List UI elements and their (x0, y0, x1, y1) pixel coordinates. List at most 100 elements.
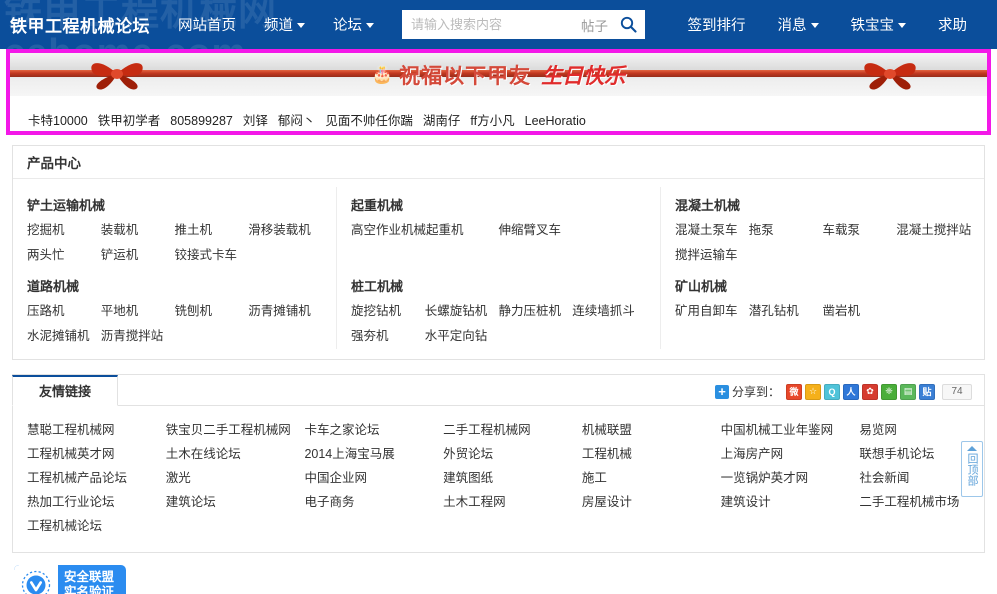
product-link[interactable]: 沥青摊铺机 (248, 299, 322, 324)
product-link[interactable]: 压路机 (27, 299, 101, 324)
top-navigation-bar: 铁甲工程机械网 cehome.com 铁甲工程机械论坛 网站首页 频道 论坛 帖… (0, 0, 997, 49)
friendly-link[interactable]: 工程机械产品论坛 (27, 466, 152, 490)
friendly-link[interactable]: 施工 (582, 466, 707, 490)
friendly-link[interactable]: 建筑设计 (721, 490, 846, 514)
qzone-icon[interactable]: ☆ (805, 383, 821, 400)
search-icon[interactable] (617, 14, 639, 36)
birthday-user-link[interactable]: 见面不帅任你踹 (325, 114, 413, 128)
nav-item-messages[interactable]: 消息 (762, 14, 835, 35)
product-link[interactable]: 水平定向钻 (425, 324, 499, 349)
product-link[interactable]: 连续墙抓斗 (572, 299, 646, 324)
product-link[interactable]: 铲运机 (101, 243, 175, 268)
badge-line1: 安全联盟 (64, 570, 115, 584)
product-link[interactable]: 强夯机 (351, 324, 425, 349)
birthday-user-link[interactable]: ff方小凡 (470, 114, 514, 128)
product-link[interactable]: 水泥摊铺机 (27, 324, 101, 349)
friendly-link[interactable]: 中国企业网 (304, 466, 429, 490)
friendly-link[interactable]: 卡车之家论坛 (304, 418, 429, 442)
friendly-link[interactable]: 易览网 (859, 418, 984, 442)
product-link[interactable]: 伸缩臂叉车 (499, 218, 647, 243)
product-link[interactable]: 铣刨机 (175, 299, 249, 324)
birthday-user-link[interactable]: 郁闷丶 (278, 114, 316, 128)
friendly-link[interactable]: 中国机械工业年鉴网 (721, 418, 846, 442)
sina-weibo-icon[interactable]: 微 (786, 383, 802, 400)
site-brand-title[interactable]: 铁甲工程机械论坛 (10, 12, 150, 37)
product-link[interactable]: 挖掘机 (27, 218, 101, 243)
product-link[interactable]: 车载泵 (823, 218, 897, 243)
friendly-link[interactable]: 房屋设计 (582, 490, 707, 514)
friendly-link[interactable]: 电子商务 (304, 490, 429, 514)
baidu-tieba-icon[interactable]: ▤ (900, 383, 916, 400)
product-link[interactable]: 搅拌运输车 (675, 243, 749, 268)
product-link[interactable]: 两头忙 (27, 243, 101, 268)
qq-icon[interactable]: Q (824, 383, 840, 400)
friendly-link[interactable]: 土木工程网 (443, 490, 568, 514)
nav-item-home[interactable]: 网站首页 (164, 14, 250, 35)
product-link[interactable]: 平地机 (101, 299, 175, 324)
friendly-link[interactable]: 工程机械 (582, 442, 707, 466)
friendly-link[interactable]: 二手工程机械网 (443, 418, 568, 442)
product-link[interactable]: 装载机 (101, 218, 175, 243)
birthday-user-link[interactable]: 卡特10000 (28, 114, 88, 128)
friendly-link[interactable]: 建筑图纸 (443, 466, 568, 490)
product-link[interactable]: 拖泵 (749, 218, 823, 243)
product-group-title: 矿山机械 (675, 279, 728, 294)
product-link[interactable]: 滑移装载机 (248, 218, 322, 243)
product-link[interactable]: 静力压桩机 (499, 299, 573, 324)
security-alliance-badge[interactable]: 安全联盟 实名验证 (14, 565, 127, 594)
friendly-link[interactable]: 工程机械论坛 (27, 514, 152, 538)
product-link[interactable]: 混凝土搅拌站 (896, 218, 971, 243)
nav-item-channel[interactable]: 频道 (250, 14, 319, 35)
product-group-title: 铲土运输机械 (27, 198, 106, 213)
friendly-link[interactable]: 2014上海宝马展 (304, 442, 429, 466)
friendly-link[interactable]: 机械联盟 (582, 418, 707, 442)
birthday-user-link[interactable]: 湖南仔 (423, 114, 461, 128)
friendly-links-body: 慧聪工程机械网 工程机械英才网 工程机械产品论坛 热加工行业论坛 工程机械论坛 … (13, 406, 984, 552)
certification-area: 安全联盟 实名验证 (0, 553, 997, 594)
share-plus-icon[interactable]: + (714, 384, 729, 399)
douban-icon[interactable]: ❈ (881, 383, 897, 400)
renren-icon[interactable]: 人 (843, 383, 859, 400)
product-link[interactable]: 长螺旋钻机 (425, 299, 499, 324)
nav-item-help[interactable]: 求助 (922, 14, 983, 35)
product-column-concrete: 混凝土机械 混凝土泵车 拖泵 车载泵 混凝土搅拌站 搅拌运输车 矿山机械 矿用自… (660, 187, 984, 349)
search-type-selector[interactable]: 帖子 (577, 15, 617, 35)
kaixin-icon[interactable]: ✿ (862, 383, 878, 400)
back-to-top-button[interactable]: 回顶部 (961, 441, 983, 497)
birthday-title-accent: 生日快乐 (541, 62, 626, 88)
birthday-user-link[interactable]: 刘铎 (243, 114, 268, 128)
birthday-user-link[interactable]: LeeHoratio (525, 114, 586, 128)
tab-friendly-links[interactable]: 友情链接 (12, 375, 119, 406)
product-item-row: 混凝土泵车 拖泵 车载泵 混凝土搅拌站 搅拌运输车 (675, 218, 971, 268)
friendly-link[interactable]: 一览锅炉英才网 (721, 466, 846, 490)
friendly-link[interactable]: 热加工行业论坛 (27, 490, 152, 514)
friendly-link[interactable]: 工程机械英才网 (27, 442, 152, 466)
nav-item-tiebaobao[interactable]: 铁宝宝 (835, 14, 923, 35)
friendly-link[interactable]: 上海房产网 (721, 442, 846, 466)
product-link[interactable]: 矿用自卸车 (675, 299, 749, 324)
share-count: 74 (942, 383, 972, 400)
product-link[interactable]: 潜孔钻机 (749, 299, 823, 324)
search-input[interactable] (411, 17, 577, 32)
friendly-link[interactable]: 建筑论坛 (166, 490, 291, 514)
product-item-row: 旋挖钻机 长螺旋钻机 静力压桩机 连续墙抓斗 强夯机 水平定向钻 (351, 299, 646, 349)
product-link[interactable]: 沥青搅拌站 (101, 324, 175, 349)
nav-item-signin-rank[interactable]: 签到排行 (672, 14, 762, 35)
friendly-link[interactable]: 铁宝贝二手工程机械网 (166, 418, 291, 442)
friendly-link[interactable]: 土木在线论坛 (166, 442, 291, 466)
friendly-link[interactable]: 外贸论坛 (443, 442, 568, 466)
birthday-name-list: 卡特10000 铁甲初学者 805899287 刘铎 郁闷丶 见面不帅任你踹 湖南仔 ff方小… (10, 96, 987, 129)
product-link[interactable]: 推土机 (175, 218, 249, 243)
nav-item-forum[interactable]: 论坛 (319, 14, 388, 35)
tiezi-icon[interactable]: 贴 (919, 383, 935, 400)
friendly-link[interactable]: 慧聪工程机械网 (27, 418, 152, 442)
birthday-user-link[interactable]: 铁甲初学者 (98, 114, 161, 128)
product-link[interactable]: 铰接式卡车 (175, 243, 249, 268)
product-link[interactable]: 凿岩机 (823, 299, 897, 324)
secondary-nav: 签到排行 消息 铁宝宝 求助 (672, 14, 997, 35)
birthday-user-link[interactable]: 805899287 (170, 114, 233, 128)
product-link[interactable]: 高空作业机械起重机 (351, 218, 499, 243)
product-link[interactable]: 旋挖钻机 (351, 299, 425, 324)
friendly-link[interactable]: 激光 (166, 466, 291, 490)
product-link[interactable]: 混凝土泵车 (675, 218, 749, 243)
